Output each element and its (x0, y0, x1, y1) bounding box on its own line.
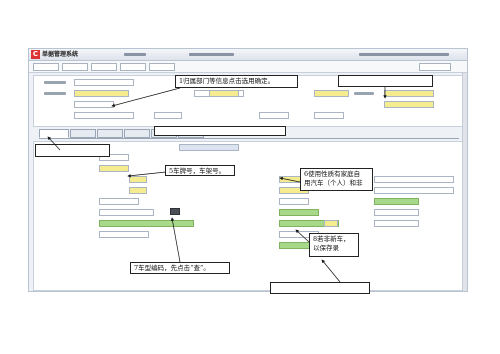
form-field[interactable] (74, 112, 134, 119)
tab[interactable] (39, 129, 69, 138)
form-field[interactable] (374, 209, 419, 216)
callout-6-line2: 用汽车（个人）和非 (304, 179, 363, 187)
callout-7-text: 7车型编码，先点击“查”。 (134, 264, 210, 272)
callout-1-text: 1归属部门等信息点击选用确定。 (179, 77, 275, 85)
model-code-lookup-button[interactable] (170, 208, 180, 215)
toolbar-button[interactable] (91, 63, 117, 71)
tab[interactable] (70, 129, 96, 138)
form-field[interactable] (279, 198, 309, 205)
menu-item[interactable] (189, 53, 234, 56)
form-field[interactable] (209, 90, 239, 97)
callout-1: 1归属部门等信息点击选用确定。 (175, 75, 298, 88)
callout-7: 7车型编码，先点击“查”。 (130, 262, 230, 274)
menu-item[interactable] (124, 53, 146, 56)
form-field[interactable] (314, 90, 349, 97)
callout-8: 8若非新车， 以保存录 (309, 233, 359, 257)
form-field[interactable] (259, 112, 289, 119)
title-bar: C 单据管理系统 (29, 49, 467, 61)
form-field[interactable] (74, 101, 114, 108)
callout-6: 6使用性质有家庭自 用汽车（个人）和非 (300, 168, 373, 191)
field-label (354, 92, 374, 95)
form-field[interactable] (99, 220, 194, 227)
form-field[interactable] (324, 220, 338, 227)
date-field[interactable] (154, 112, 182, 119)
tab[interactable] (124, 129, 150, 138)
department-field[interactable] (74, 90, 129, 97)
toolbar-button[interactable] (419, 63, 451, 71)
plate-number-field[interactable] (129, 176, 147, 183)
toolbar-button[interactable] (33, 63, 59, 71)
scrollbar[interactable] (462, 73, 467, 291)
callout-5-text: 5车牌号，车架号。 (169, 167, 226, 175)
form-field[interactable] (74, 79, 134, 86)
form-field[interactable] (99, 209, 154, 216)
section-header (179, 144, 239, 151)
tab[interactable] (97, 129, 123, 138)
vin-field[interactable] (129, 187, 147, 194)
form-field[interactable] (384, 101, 434, 108)
callout-3 (154, 126, 286, 136)
callout-2 (338, 75, 433, 87)
form-field[interactable] (384, 90, 434, 97)
app-logo: C (31, 50, 40, 59)
form-field[interactable] (99, 165, 129, 172)
toolbar (29, 61, 467, 73)
app-title: 单据管理系统 (42, 51, 79, 58)
callout-6-line1: 6使用性质有家庭自 (304, 170, 361, 178)
form-field[interactable] (99, 198, 139, 205)
form-field[interactable] (374, 198, 419, 205)
toolbar-button[interactable] (62, 63, 88, 71)
user-info (359, 53, 449, 56)
field-label (44, 92, 66, 95)
vehicle-form (33, 141, 463, 291)
toolbar-button[interactable] (149, 63, 175, 71)
form-field[interactable] (374, 176, 454, 183)
form-field[interactable] (374, 220, 419, 227)
form-field[interactable] (314, 112, 344, 119)
form-field[interactable] (99, 231, 149, 238)
toolbar-button[interactable] (120, 63, 146, 71)
callout-8-line2: 以保存录 (313, 244, 339, 252)
callout-4 (35, 144, 110, 157)
form-field[interactable] (279, 209, 319, 216)
callout-9 (270, 282, 370, 294)
callout-8-line1: 8若非新车， (313, 235, 350, 243)
form-field[interactable] (374, 187, 454, 194)
callout-5: 5车牌号，车架号。 (165, 165, 235, 176)
field-label (44, 81, 66, 84)
